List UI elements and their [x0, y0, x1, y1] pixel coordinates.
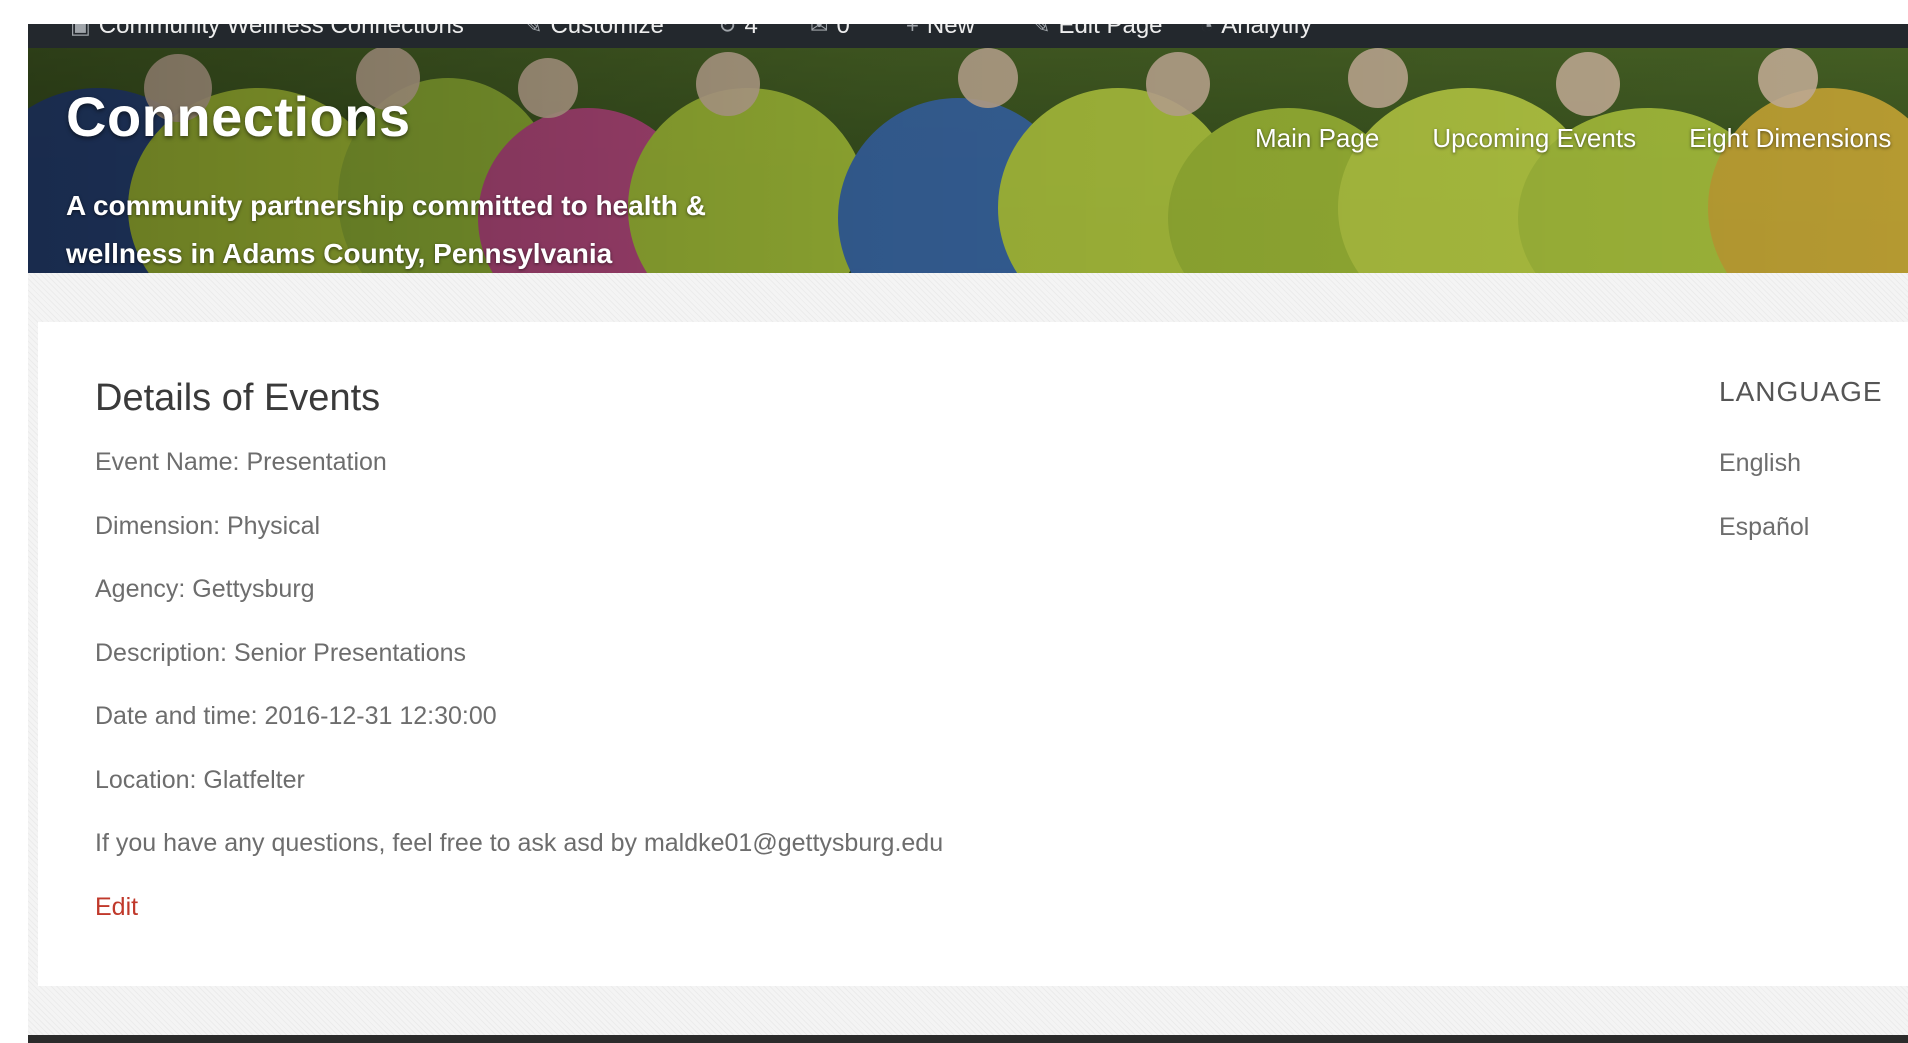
admin-bar-updates[interactable]: ↻ 4 — [718, 24, 758, 38]
site-tagline: A community partnership committed to hea… — [66, 190, 706, 269]
admin-bar-analytify-label: Analytify — [1221, 24, 1312, 39]
event-date-time: Date and time: 2016-12-31 12:30:00 — [95, 702, 497, 730]
home-icon: ▣ — [70, 24, 91, 38]
admin-bar-comments-count: 0 — [836, 24, 850, 39]
browser-viewport: ◉ ▣ Community Wellness Connections ✎ Cus… — [0, 0, 1908, 1043]
admin-bar-new[interactable]: + New — [906, 24, 975, 38]
nav-main-page[interactable]: Main Page — [1255, 123, 1379, 154]
wordpress-logo-icon: ◉ — [28, 24, 29, 38]
nav-eight-dimensions[interactable]: Eight Dimensions — [1689, 123, 1891, 154]
updates-icon: ↻ — [718, 24, 737, 38]
admin-bar-edit-page-label: Edit Page — [1058, 24, 1163, 39]
sidebar: LANGUAGE English Español — [1719, 376, 1883, 576]
page-title: Details of Events — [95, 377, 381, 419]
admin-bar-customize[interactable]: ✎ Customize — [524, 24, 664, 38]
event-contact: If you have any questions, feel free to … — [95, 829, 944, 857]
admin-bar-site-name-label: Community Wellness Connections — [98, 24, 464, 39]
edit-row: Edit — [95, 892, 943, 956]
event-location: Location: Glatfelter — [95, 765, 305, 794]
event-agency: Agency: Gettysburg — [95, 575, 315, 603]
admin-bar-site-name[interactable]: ▣ Community Wellness Connections — [70, 24, 464, 38]
admin-bar-wordpress-menu[interactable]: ◉ — [28, 24, 29, 38]
event-dimension: Dimension: Physical — [95, 511, 321, 540]
language-english-link[interactable]: English — [1719, 448, 1883, 512]
admin-bar-comments[interactable]: ✉ 0 — [810, 24, 850, 38]
pencil-icon: ✎ — [1032, 24, 1051, 38]
site-header: Connections A community partnership comm… — [28, 48, 1908, 273]
event-details: Event Name: Presentation Dimension: Phys… — [95, 447, 943, 955]
plus-icon: + — [906, 24, 919, 38]
content-card: Details of Events Event Name: Presentati… — [38, 322, 1908, 986]
comment-icon: ✉ — [810, 24, 829, 38]
footer-strip — [28, 1035, 1908, 1043]
admin-bar-customize-label: Customize — [550, 24, 664, 39]
event-name: Event Name: Presentation — [95, 448, 387, 476]
nav-upcoming-events[interactable]: Upcoming Events — [1432, 123, 1636, 154]
admin-bar-updates-count: 4 — [744, 24, 758, 39]
event-description: Description: Senior Presentations — [95, 638, 467, 667]
analytics-icon: ◔ — [1200, 24, 1214, 38]
brush-icon: ✎ — [524, 24, 543, 38]
main-navigation: Main Page Upcoming Events Eight Dimensio… — [1255, 123, 1891, 154]
admin-bar: ◉ ▣ Community Wellness Connections ✎ Cus… — [28, 24, 1908, 48]
site-title[interactable]: Connections — [66, 84, 411, 149]
language-espanol-link[interactable]: Español — [1719, 512, 1883, 576]
admin-bar-analytify[interactable]: ◔ Analytify — [1200, 24, 1312, 38]
edit-link[interactable]: Edit — [95, 893, 138, 921]
admin-bar-new-label: New — [926, 24, 975, 39]
admin-bar-edit-page[interactable]: ✎ Edit Page — [1032, 24, 1163, 38]
page: ◉ ▣ Community Wellness Connections ✎ Cus… — [28, 24, 1908, 1043]
language-widget-title: LANGUAGE — [1719, 376, 1883, 407]
